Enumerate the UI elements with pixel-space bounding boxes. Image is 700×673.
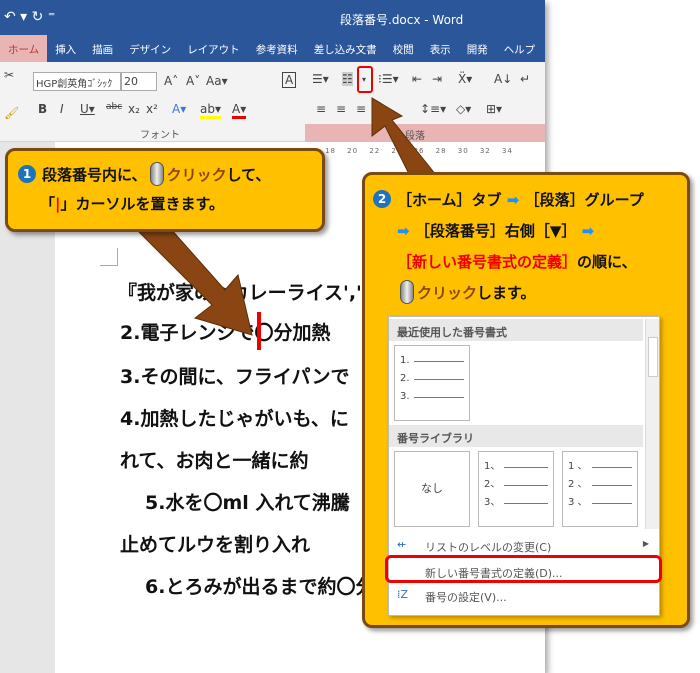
font-color-icon[interactable]: A▾	[232, 102, 247, 119]
format-painter-icon[interactable]: 🖌	[4, 106, 19, 120]
arrow-right-icon: ➡	[506, 191, 520, 209]
cut-icon[interactable]: ✂	[4, 68, 14, 82]
title-bar: ↶ ▾ ↻ ⁼ 段落番号.docx - Word	[0, 0, 545, 35]
tab-view[interactable]: 表示	[422, 35, 459, 62]
text-effects-icon[interactable]: A▾	[172, 102, 186, 116]
doc-list-item-4-cont[interactable]: 5.水を〇ml 入れて沸騰	[145, 488, 350, 515]
ribbon: ✂ 🖌 HGP創英角ｺﾞｼｯｸ 20 A˄ A˅ Aa▾ A B I U▾ ab…	[0, 62, 545, 142]
change-case-icon[interactable]: Aa▾	[206, 74, 228, 88]
callout-text: 段落番号内に、	[42, 166, 147, 184]
subscript-icon[interactable]: x₂	[128, 102, 140, 116]
submenu-arrow-icon: ▶	[642, 539, 649, 548]
callout-text: の順に、	[577, 253, 637, 271]
callout-text: 」カーソルを置きます。	[60, 195, 225, 213]
bold-icon[interactable]: B	[38, 102, 47, 116]
window-title: 段落番号.docx - Word	[340, 13, 464, 27]
asian-layout-icon[interactable]: Ẍ▾	[458, 72, 472, 86]
ribbon-tabs: ホーム 挿入 描画 デザイン レイアウト 参考資料 差し込み文書 校閲 表示 開…	[0, 35, 545, 62]
bullets-icon[interactable]: ☰▾	[312, 72, 329, 86]
borders-icon[interactable]: ⊞▾	[486, 102, 502, 116]
paragraph-group-label: 段落	[405, 131, 425, 142]
highlight-define-new-format	[385, 555, 662, 583]
doc-list-item-5[interactable]: 止めてルウを割り入れ	[120, 530, 310, 557]
multilevel-list-icon[interactable]: ⁝☰▾	[378, 72, 399, 86]
callout-text: して、	[226, 166, 271, 184]
click-text: クリック	[417, 284, 478, 302]
center-icon[interactable]: ≡	[336, 102, 346, 116]
doc-list-item-1[interactable]: 2.電子レンジで〇分加熱	[120, 318, 330, 345]
doc-list-item-4[interactable]: れて、お肉と一緒に約	[120, 446, 308, 473]
step-number: 1	[18, 165, 36, 183]
callout-red-text: ［新しい番号書式の定義］	[397, 253, 578, 271]
sort-icon[interactable]: A↓	[494, 72, 512, 86]
numbering-value-icon: ⁞Z	[397, 588, 409, 601]
format-tile-comma-spaced[interactable]: 1 、 2 、 3 、	[562, 451, 638, 527]
align-right-icon[interactable]: ≡	[356, 102, 366, 116]
tab-review[interactable]: 校閲	[385, 35, 422, 62]
strikethrough-icon[interactable]: abc	[106, 102, 122, 112]
increase-indent-icon[interactable]: ⇥	[432, 72, 442, 86]
step-number: 2	[373, 190, 391, 208]
show-marks-icon[interactable]: ↵	[520, 72, 530, 86]
tab-layout[interactable]: レイアウト	[179, 35, 248, 62]
tab-insert[interactable]: 挿入	[47, 35, 84, 62]
tab-design[interactable]: デザイン	[121, 35, 179, 62]
page-margin-mark	[100, 248, 118, 266]
library-header: 番号ライブラリ	[389, 425, 643, 447]
font-group-label: フォント	[140, 130, 180, 141]
paragraph-group-bar: 段落	[305, 124, 545, 142]
menu-scrollbar[interactable]	[645, 319, 659, 529]
shrink-font-icon[interactable]: A˅	[186, 74, 200, 88]
line-spacing-icon[interactable]: ↕≡▾	[420, 102, 446, 116]
underline-icon[interactable]: U▾	[80, 102, 95, 116]
menu-item-change-list-level[interactable]: ⇷ リストのレベルの変更(C) ▶	[389, 535, 659, 557]
scrollbar-thumb[interactable]	[648, 337, 658, 377]
font-name-select[interactable]: HGP創英角ｺﾞｼｯｸ	[33, 72, 121, 91]
list-level-icon: ⇷	[397, 538, 407, 551]
quick-access-toolbar[interactable]: ↶ ▾ ↻ ⁼	[4, 9, 55, 25]
recent-formats-header: 最近使用した番号書式	[389, 319, 643, 341]
callout-text: 「	[40, 195, 56, 213]
arrow-right-icon: ➡	[581, 222, 595, 240]
tab-home[interactable]: ホーム	[0, 35, 48, 62]
text-cursor	[257, 312, 261, 350]
menu-item-set-numbering-value[interactable]: ⁞Z 番号の設定(V)...	[389, 585, 659, 607]
mouse-icon	[149, 162, 164, 186]
doc-list-item-2[interactable]: 3.その間に、フライパンで	[120, 362, 349, 389]
tab-developer[interactable]: 開発	[459, 35, 496, 62]
mouse-icon	[400, 280, 414, 304]
callout-text: ［段落］グループ	[524, 191, 644, 209]
callout-text: ［ホーム］タブ	[397, 191, 502, 209]
character-border-icon[interactable]: A	[282, 72, 297, 88]
click-text: クリック	[166, 166, 227, 184]
doc-list-item-3[interactable]: 4.加熱したじゃがいも、に	[120, 404, 349, 431]
arrow-right-icon: ➡	[397, 222, 410, 240]
numbering-dropdown-button[interactable]: ▾	[357, 66, 373, 93]
format-none-tile[interactable]: なし	[394, 451, 470, 527]
tab-draw[interactable]: 描画	[84, 35, 121, 62]
recent-format-tile[interactable]: 1. 2. 3.	[394, 345, 470, 421]
callout-text: ［段落番号］右側［▼］	[414, 222, 577, 240]
italic-icon[interactable]: I	[60, 102, 64, 116]
shading-icon[interactable]: ◇▾	[456, 102, 471, 116]
tab-references[interactable]: 参考資料	[248, 35, 306, 62]
tab-help[interactable]: ヘルプ	[496, 35, 544, 62]
grow-font-icon[interactable]: A˄	[164, 74, 178, 88]
tab-mailings[interactable]: 差し込み文書	[306, 35, 385, 62]
callout-step-1: 1 段落番号内に、 クリックして、 「|」カーソルを置きます。	[5, 148, 325, 232]
numbering-icon[interactable]: ☷	[342, 72, 353, 86]
callout-text: します。	[477, 284, 536, 302]
highlight-icon[interactable]: ab▾	[200, 102, 221, 119]
font-size-select[interactable]: 20	[121, 72, 157, 91]
superscript-icon[interactable]: x²	[146, 102, 158, 116]
align-left-icon[interactable]: ≡	[316, 102, 326, 116]
format-tile-comma[interactable]: 1、 2、 3、	[478, 451, 554, 527]
decrease-indent-icon[interactable]: ⇤	[412, 72, 422, 86]
